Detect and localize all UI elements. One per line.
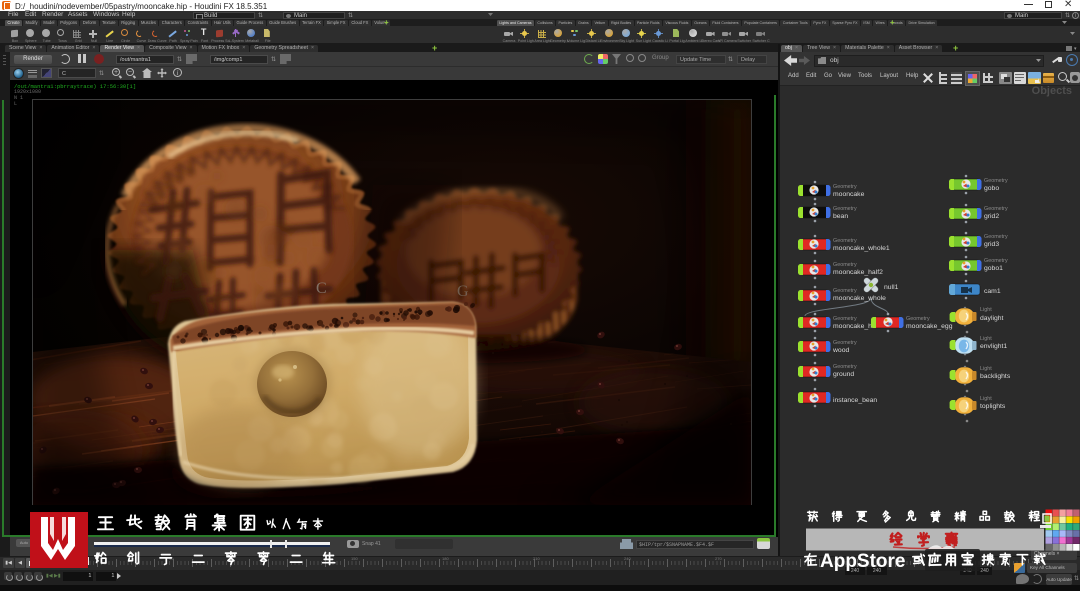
svg-text:Geometry: Geometry [833, 288, 857, 294]
svg-text:Geometry: Geometry [833, 364, 857, 370]
svg-text:mooncake_whole1: mooncake_whole1 [833, 245, 890, 252]
svg-text:gobo: gobo [984, 185, 999, 192]
svg-text:Geometry: Geometry [833, 340, 857, 346]
svg-text:Geometry: Geometry [833, 316, 857, 322]
svg-text:wood: wood [832, 347, 849, 354]
svg-text:backlights: backlights [980, 373, 1011, 380]
svg-text:Light: Light [980, 366, 992, 372]
svg-text:toplights: toplights [980, 403, 1006, 410]
svg-text:Geometry: Geometry [833, 238, 857, 244]
svg-text:C: C [316, 280, 327, 297]
svg-text:grid2: grid2 [984, 213, 999, 220]
svg-text:envlight1: envlight1 [980, 343, 1007, 350]
svg-text:mooncake_whole: mooncake_whole [833, 295, 886, 302]
svg-text:ground: ground [833, 371, 854, 378]
svg-text:G: G [457, 283, 469, 300]
svg-text:instance_bean: instance_bean [833, 397, 877, 404]
svg-text:Geometry: Geometry [984, 206, 1008, 212]
svg-text:Geometry: Geometry [833, 184, 857, 190]
svg-text:Light: Light [980, 396, 992, 402]
svg-text:daylight: daylight [980, 315, 1004, 322]
svg-text:Geometry: Geometry [833, 206, 857, 212]
svg-text:null1: null1 [884, 284, 899, 291]
svg-text:grid3: grid3 [984, 241, 999, 248]
svg-text:Light: Light [980, 307, 992, 313]
svg-text:Geometry: Geometry [984, 234, 1008, 240]
svg-text:Geometry: Geometry [906, 316, 930, 322]
svg-text:Geometry: Geometry [984, 178, 1008, 184]
svg-text:mooncake_half2: mooncake_half2 [833, 269, 883, 276]
svg-text:mooncake: mooncake [833, 191, 865, 198]
svg-text:Geometry: Geometry [833, 262, 857, 268]
svg-text:cam1: cam1 [984, 288, 1001, 295]
svg-text:Objects: Objects [1032, 86, 1072, 97]
svg-text:bean: bean [833, 213, 848, 220]
svg-text:mooncake_egg: mooncake_egg [906, 323, 953, 330]
svg-text:Light: Light [980, 336, 992, 342]
svg-text:gobo1: gobo1 [984, 265, 1003, 272]
svg-text:Geometry: Geometry [984, 258, 1008, 264]
